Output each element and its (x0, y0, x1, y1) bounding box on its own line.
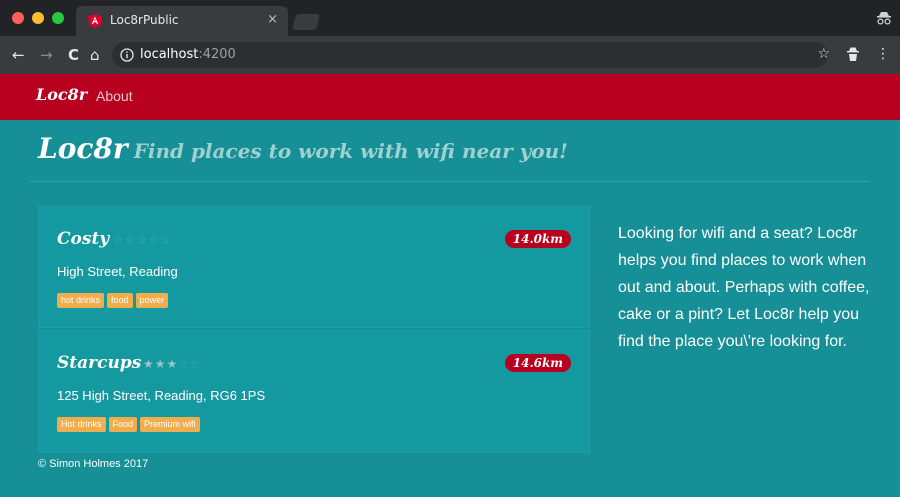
location-address: High Street, Reading (57, 264, 178, 279)
address-bar[interactable]: localhost:4200 (112, 42, 828, 68)
facilities-list: hot drinks food power (57, 293, 169, 308)
tab-close-icon[interactable]: × (267, 12, 278, 27)
angular-icon (88, 14, 102, 28)
window-minimize-button[interactable] (32, 12, 44, 24)
star-icon[interactable]: ☆ (817, 46, 830, 62)
back-button[interactable]: ← (12, 46, 25, 64)
window-maximize-button[interactable] (52, 12, 64, 24)
browser-tab-bar: Loc8rPublic × (0, 0, 900, 36)
navbar-brand[interactable]: Loc8r (36, 85, 87, 104)
window-close-button[interactable] (12, 12, 24, 24)
footer-copyright: © Simon Holmes 2017 (38, 458, 149, 470)
page-header: Loc8r Find places to work with wifi near … (38, 132, 878, 176)
facility-label: power (135, 293, 169, 308)
page-tagline: Find places to work with wifi near you! (133, 139, 568, 163)
facility-label: hot drinks (57, 293, 105, 308)
url-port: :4200 (198, 47, 236, 62)
incognito-icon[interactable] (846, 46, 860, 62)
distance-badge: 14.6km (504, 354, 571, 372)
rating-stars: ☆☆☆☆☆ (113, 233, 172, 247)
facility-label: Premium wifi (140, 417, 200, 432)
location-name[interactable]: Costy (57, 229, 109, 249)
page-title: Loc8r (38, 132, 128, 165)
facility-label: Hot drinks (57, 417, 106, 432)
facilities-list: Hot drinks Food Premium wifi (57, 417, 200, 432)
toolbar-right: ☆ ⋮ (817, 46, 890, 62)
rating-stars: ★★★☆☆ (143, 357, 202, 371)
browser-toolbar: ← → C ⌂ localhost:4200 ☆ ⋮ (0, 36, 900, 74)
browser-tab-active[interactable]: Loc8rPublic × (76, 6, 288, 36)
incognito-icon (877, 12, 891, 25)
forward-button[interactable]: → (40, 46, 53, 64)
facility-label: food (107, 293, 133, 308)
facility-label: Food (108, 417, 138, 432)
app-navbar: Loc8r About (0, 74, 900, 120)
kebab-icon[interactable]: ⋮ (876, 46, 890, 62)
reload-button[interactable]: C (68, 46, 79, 64)
location-card: Costy ☆☆☆☆☆ 14.0km High Street, Reading … (38, 206, 590, 328)
location-name[interactable]: Starcups (57, 353, 141, 373)
location-address: 125 High Street, Reading, RG6 1PS (57, 388, 266, 403)
new-tab-button[interactable] (291, 14, 321, 30)
tab-title: Loc8rPublic (110, 13, 179, 27)
sidebar-text: Looking for wifi and a seat? Loc8r helps… (618, 225, 870, 350)
home-button[interactable]: ⌂ (90, 46, 100, 64)
distance-badge: 14.0km (504, 230, 571, 248)
info-icon[interactable] (120, 48, 134, 62)
location-card: Starcups ★★★☆☆ 14.6km 125 High Street, R… (38, 330, 590, 453)
header-divider (30, 181, 870, 182)
nav-about-link[interactable]: About (96, 88, 133, 104)
url-text: localhost:4200 (140, 47, 236, 62)
url-host: localhost (140, 47, 199, 62)
